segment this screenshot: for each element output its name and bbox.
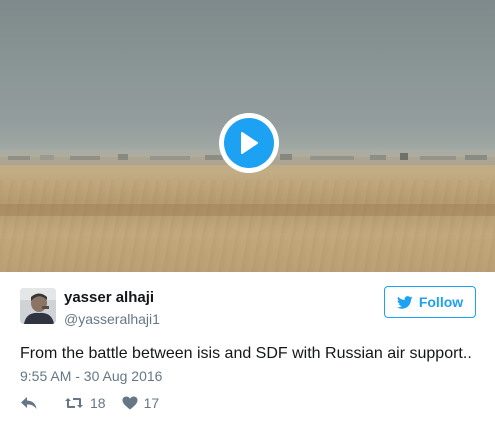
reply-icon	[21, 397, 37, 409]
tweet-timestamp[interactable]: 9:55 AM - 30 Aug 2016	[20, 368, 162, 384]
tweet-card: yasser alhaji @yasseralhaji1 Follow From…	[0, 272, 495, 428]
like-button[interactable]: 17	[122, 395, 160, 411]
terrain-stripe	[0, 204, 495, 216]
like-count: 17	[143, 395, 160, 411]
retweet-count: 18	[90, 395, 106, 411]
follow-button[interactable]: Follow	[384, 286, 476, 318]
terrain-texture	[0, 180, 495, 272]
author-name[interactable]: yasser alhaji	[64, 289, 154, 306]
tweet-actions: 18 17	[20, 393, 159, 413]
author-handle[interactable]: @yasseralhaji1	[64, 311, 160, 327]
twitter-bird-icon	[396, 295, 413, 309]
reply-button[interactable]	[20, 396, 38, 410]
avatar-photo	[20, 288, 56, 324]
heart-icon	[122, 396, 138, 410]
video-thumbnail[interactable]	[0, 0, 495, 272]
play-icon	[241, 132, 258, 154]
tweet-text: From the battle between isis and SDF wit…	[20, 345, 472, 362]
retweet-button[interactable]: 18	[64, 395, 106, 411]
play-button[interactable]	[219, 113, 279, 173]
follow-label: Follow	[418, 294, 464, 310]
retweet-icon	[65, 398, 83, 408]
play-button-circle	[224, 118, 274, 168]
avatar[interactable]	[20, 288, 56, 324]
